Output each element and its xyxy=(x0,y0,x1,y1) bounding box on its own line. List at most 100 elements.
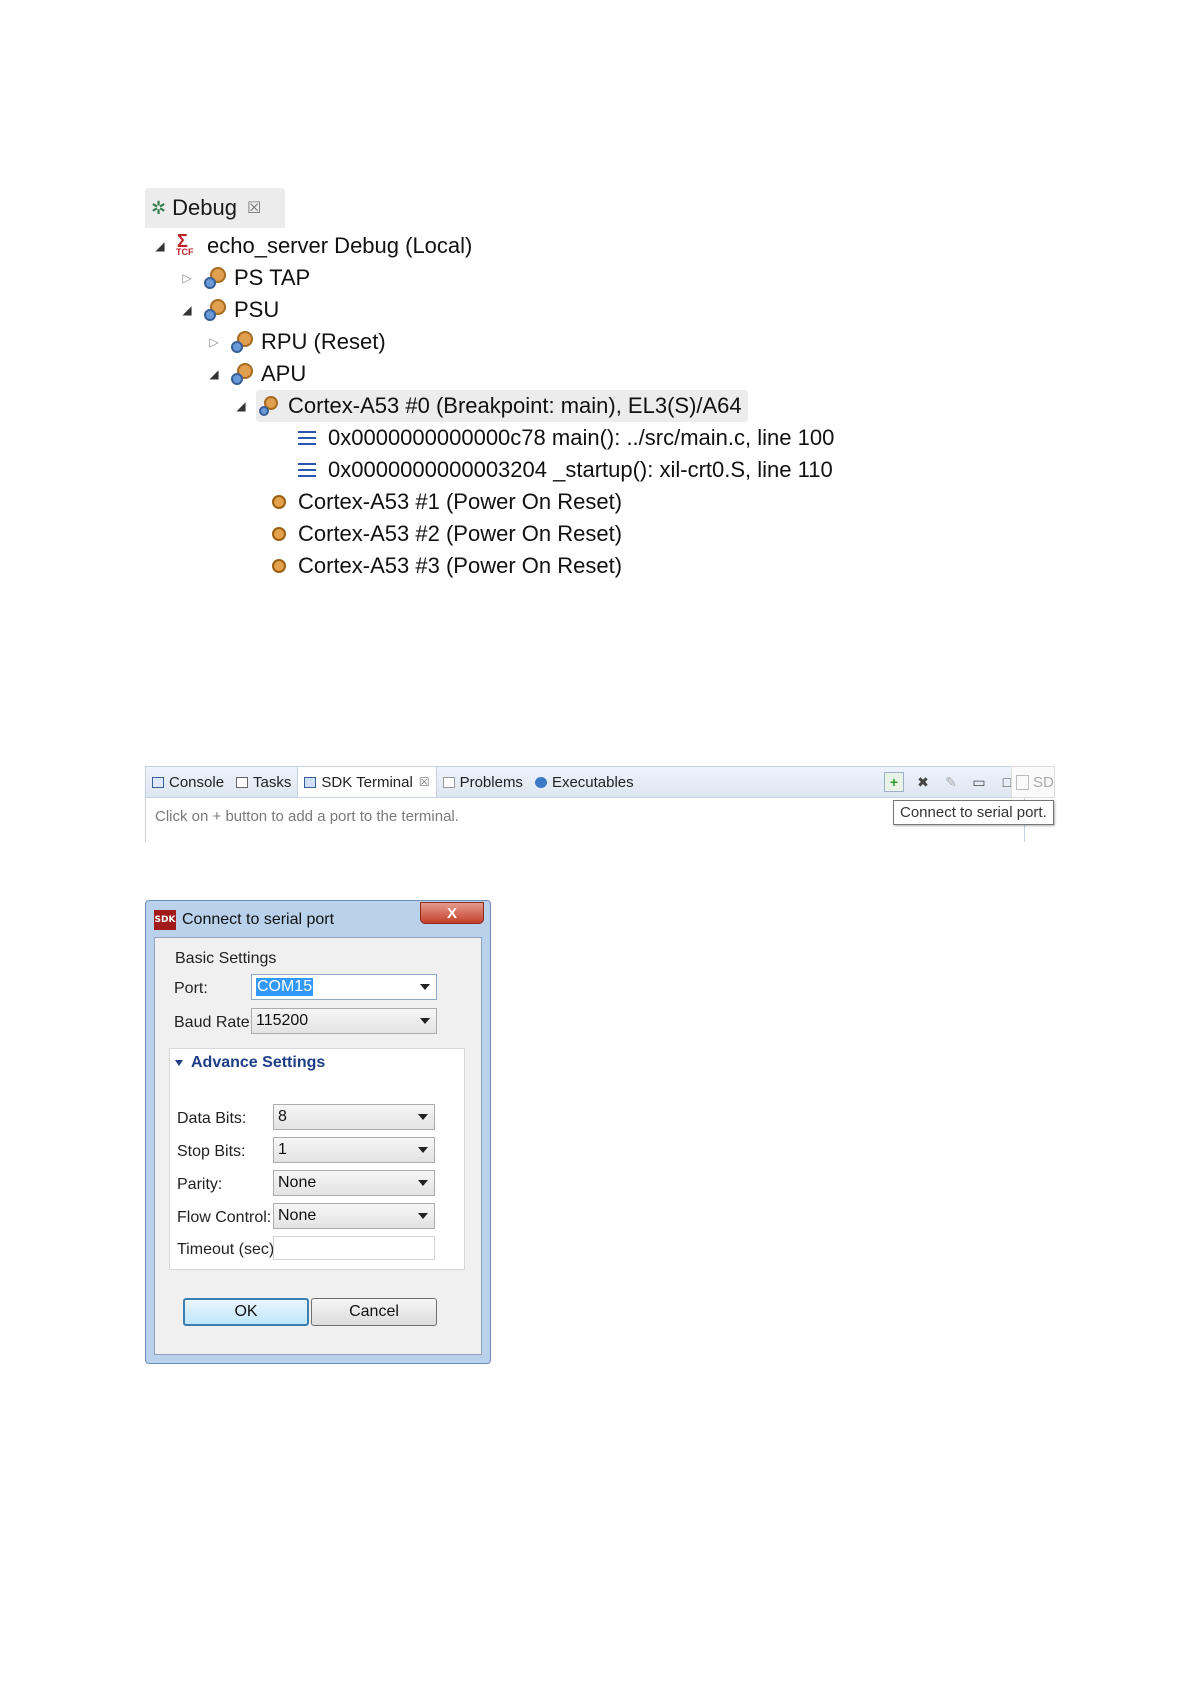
data-bits-combo[interactable]: 8 xyxy=(273,1104,435,1130)
expand-triangle-icon[interactable]: ◢ xyxy=(180,303,194,317)
expand-triangle-icon[interactable]: ◢ xyxy=(234,399,248,413)
executables-icon xyxy=(534,776,547,788)
gear-group-icon xyxy=(229,361,255,387)
tree-item-apu[interactable]: ◢ APU xyxy=(207,358,306,390)
port-label: Port: xyxy=(174,980,208,997)
connect-serial-dialog: SDK Connect to serial port X Basic Setti… xyxy=(145,900,491,1364)
side-tab[interactable]: SD xyxy=(1011,766,1055,798)
dialog-title-bar: SDK Connect to serial port xyxy=(154,909,334,931)
remove-icon[interactable]: ✖ xyxy=(914,773,932,791)
debug-bug-icon: ✲ xyxy=(151,197,167,218)
port-value: COM15 xyxy=(256,978,314,996)
tree-item-stack-frame[interactable]: 0x0000000000000c78 main(): ../src/main.c… xyxy=(298,422,834,454)
ok-button[interactable]: OK xyxy=(183,1298,309,1326)
gear-group-icon xyxy=(202,265,228,291)
debug-view-title: Debug xyxy=(172,195,237,220)
timeout-input[interactable] xyxy=(273,1236,435,1260)
stop-bits-combo[interactable]: 1 xyxy=(273,1137,435,1163)
expand-triangle-icon xyxy=(175,1060,183,1066)
tree-item-stack-frame[interactable]: 0x0000000000003204 _startup(): xil-crt0.… xyxy=(298,454,833,486)
basic-settings-label: Basic Settings xyxy=(175,950,277,967)
chevron-down-icon[interactable] xyxy=(420,1018,430,1024)
tree-item-rpu[interactable]: ▷ RPU (Reset) xyxy=(207,326,386,358)
gear-group-icon xyxy=(229,329,255,355)
tab-label: Tasks xyxy=(253,773,292,791)
tab-problems[interactable]: Problems xyxy=(437,767,529,797)
chevron-down-icon[interactable] xyxy=(418,1147,428,1153)
tree-item-ps-tap[interactable]: ▷ PS TAP xyxy=(180,262,310,294)
collapse-triangle-icon[interactable]: ▷ xyxy=(180,271,194,285)
console-icon xyxy=(152,776,164,788)
selected-row[interactable]: Cortex-A53 #0 (Breakpoint: main), EL3(S)… xyxy=(256,390,748,422)
tree-item-core-2[interactable]: Cortex-A53 #2 (Power On Reset) xyxy=(272,518,622,550)
dialog-title: Connect to serial port xyxy=(182,911,335,928)
flow-control-combo[interactable]: None xyxy=(273,1203,435,1229)
tab-label: Console xyxy=(169,773,225,791)
data-bits-label: Data Bits: xyxy=(177,1110,247,1127)
tab-tasks[interactable]: Tasks xyxy=(230,767,297,797)
tree-item-label: Cortex-A53 #0 (Breakpoint: main), EL3(S)… xyxy=(288,393,742,418)
close-button[interactable]: X xyxy=(420,902,484,924)
timeout-label: Timeout (sec): xyxy=(177,1241,279,1258)
close-icon[interactable]: ☒ xyxy=(247,198,261,218)
stack-frame-icon xyxy=(298,463,316,477)
debug-view: ✲ Debug ☒ ◢ Σ TCF echo_server Debug (Loc… xyxy=(145,188,865,618)
tree-item-core-3[interactable]: Cortex-A53 #3 (Power On Reset) xyxy=(272,550,622,582)
parity-combo[interactable]: None xyxy=(273,1170,435,1196)
tree-item-core-1[interactable]: Cortex-A53 #1 (Power On Reset) xyxy=(272,486,622,518)
core-icon xyxy=(272,559,286,573)
expand-triangle-icon[interactable]: ◢ xyxy=(207,367,221,381)
tree-item-label: Cortex-A53 #3 (Power On Reset) xyxy=(298,553,623,578)
flow-control-value: None xyxy=(278,1207,317,1224)
tab-console[interactable]: Console xyxy=(146,767,230,797)
tab-label: Executables xyxy=(551,773,634,791)
chevron-down-icon[interactable] xyxy=(420,984,430,990)
advanced-settings-toggle[interactable]: Advance Settings xyxy=(175,1054,325,1072)
chevron-down-icon[interactable] xyxy=(418,1213,428,1219)
gear-group-icon xyxy=(202,297,228,323)
problems-icon xyxy=(442,776,455,788)
tree-item-label: 0x0000000000003204 _startup(): xil-crt0.… xyxy=(328,457,833,482)
tcf-launch-icon: Σ TCF xyxy=(176,231,194,257)
document-icon xyxy=(1016,774,1029,790)
tab-executables[interactable]: Executables xyxy=(529,767,640,797)
clear-icon[interactable]: ✎ xyxy=(942,773,960,791)
collapse-triangle-icon[interactable]: ▷ xyxy=(207,335,221,349)
close-icon[interactable]: ☒ xyxy=(419,775,430,789)
sdk-logo-icon: SDK xyxy=(154,910,176,930)
baud-combo[interactable]: 115200 xyxy=(251,1008,437,1034)
debug-view-tab[interactable]: ✲ Debug ☒ xyxy=(145,188,285,228)
stop-bits-value: 1 xyxy=(278,1141,287,1158)
side-tab-label: SD xyxy=(1033,773,1054,791)
tab-label: Problems xyxy=(459,773,523,791)
tasks-icon xyxy=(236,776,249,788)
parity-label: Parity: xyxy=(177,1176,223,1193)
tab-sdk-terminal[interactable]: SDK Terminal ☒ xyxy=(297,767,437,797)
advanced-settings-label: Advance Settings xyxy=(191,1054,326,1071)
parity-value: None xyxy=(278,1174,317,1191)
stop-bits-label: Stop Bits: xyxy=(177,1143,246,1160)
core-suspended-icon xyxy=(256,393,282,419)
minimize-icon[interactable]: ▭ xyxy=(970,773,988,791)
add-port-icon[interactable]: + xyxy=(884,772,904,792)
data-bits-value: 8 xyxy=(278,1108,287,1125)
tree-item-label: Cortex-A53 #1 (Power On Reset) xyxy=(298,489,623,514)
port-combo[interactable]: COM15 xyxy=(251,974,437,1000)
tree-item-psu[interactable]: ◢ PSU xyxy=(180,294,279,326)
cancel-button[interactable]: Cancel xyxy=(311,1298,437,1326)
tree-item-core-0[interactable]: ◢ Cortex-A53 #0 (Breakpoint: main), EL3(… xyxy=(234,390,748,422)
terminal-hint: Click on + button to add a port to the t… xyxy=(155,808,459,825)
tree-item-label: PS TAP xyxy=(234,265,311,290)
tree-item-label: RPU (Reset) xyxy=(261,329,386,354)
terminal-icon xyxy=(304,776,317,788)
tree-item-label: Cortex-A53 #2 (Power On Reset) xyxy=(298,521,623,546)
view-toolbar: + ✖ ✎ ▭ □ xyxy=(884,769,1016,795)
baud-label: Baud Rate: xyxy=(174,1014,255,1031)
tree-item-launch[interactable]: ◢ Σ TCF echo_server Debug (Local) xyxy=(153,230,472,262)
baud-value: 115200 xyxy=(256,1012,309,1029)
core-icon xyxy=(272,495,286,509)
tree-item-label: echo_server Debug (Local) xyxy=(207,233,473,258)
expand-triangle-icon[interactable]: ◢ xyxy=(153,239,167,253)
chevron-down-icon[interactable] xyxy=(418,1180,428,1186)
chevron-down-icon[interactable] xyxy=(418,1114,428,1120)
